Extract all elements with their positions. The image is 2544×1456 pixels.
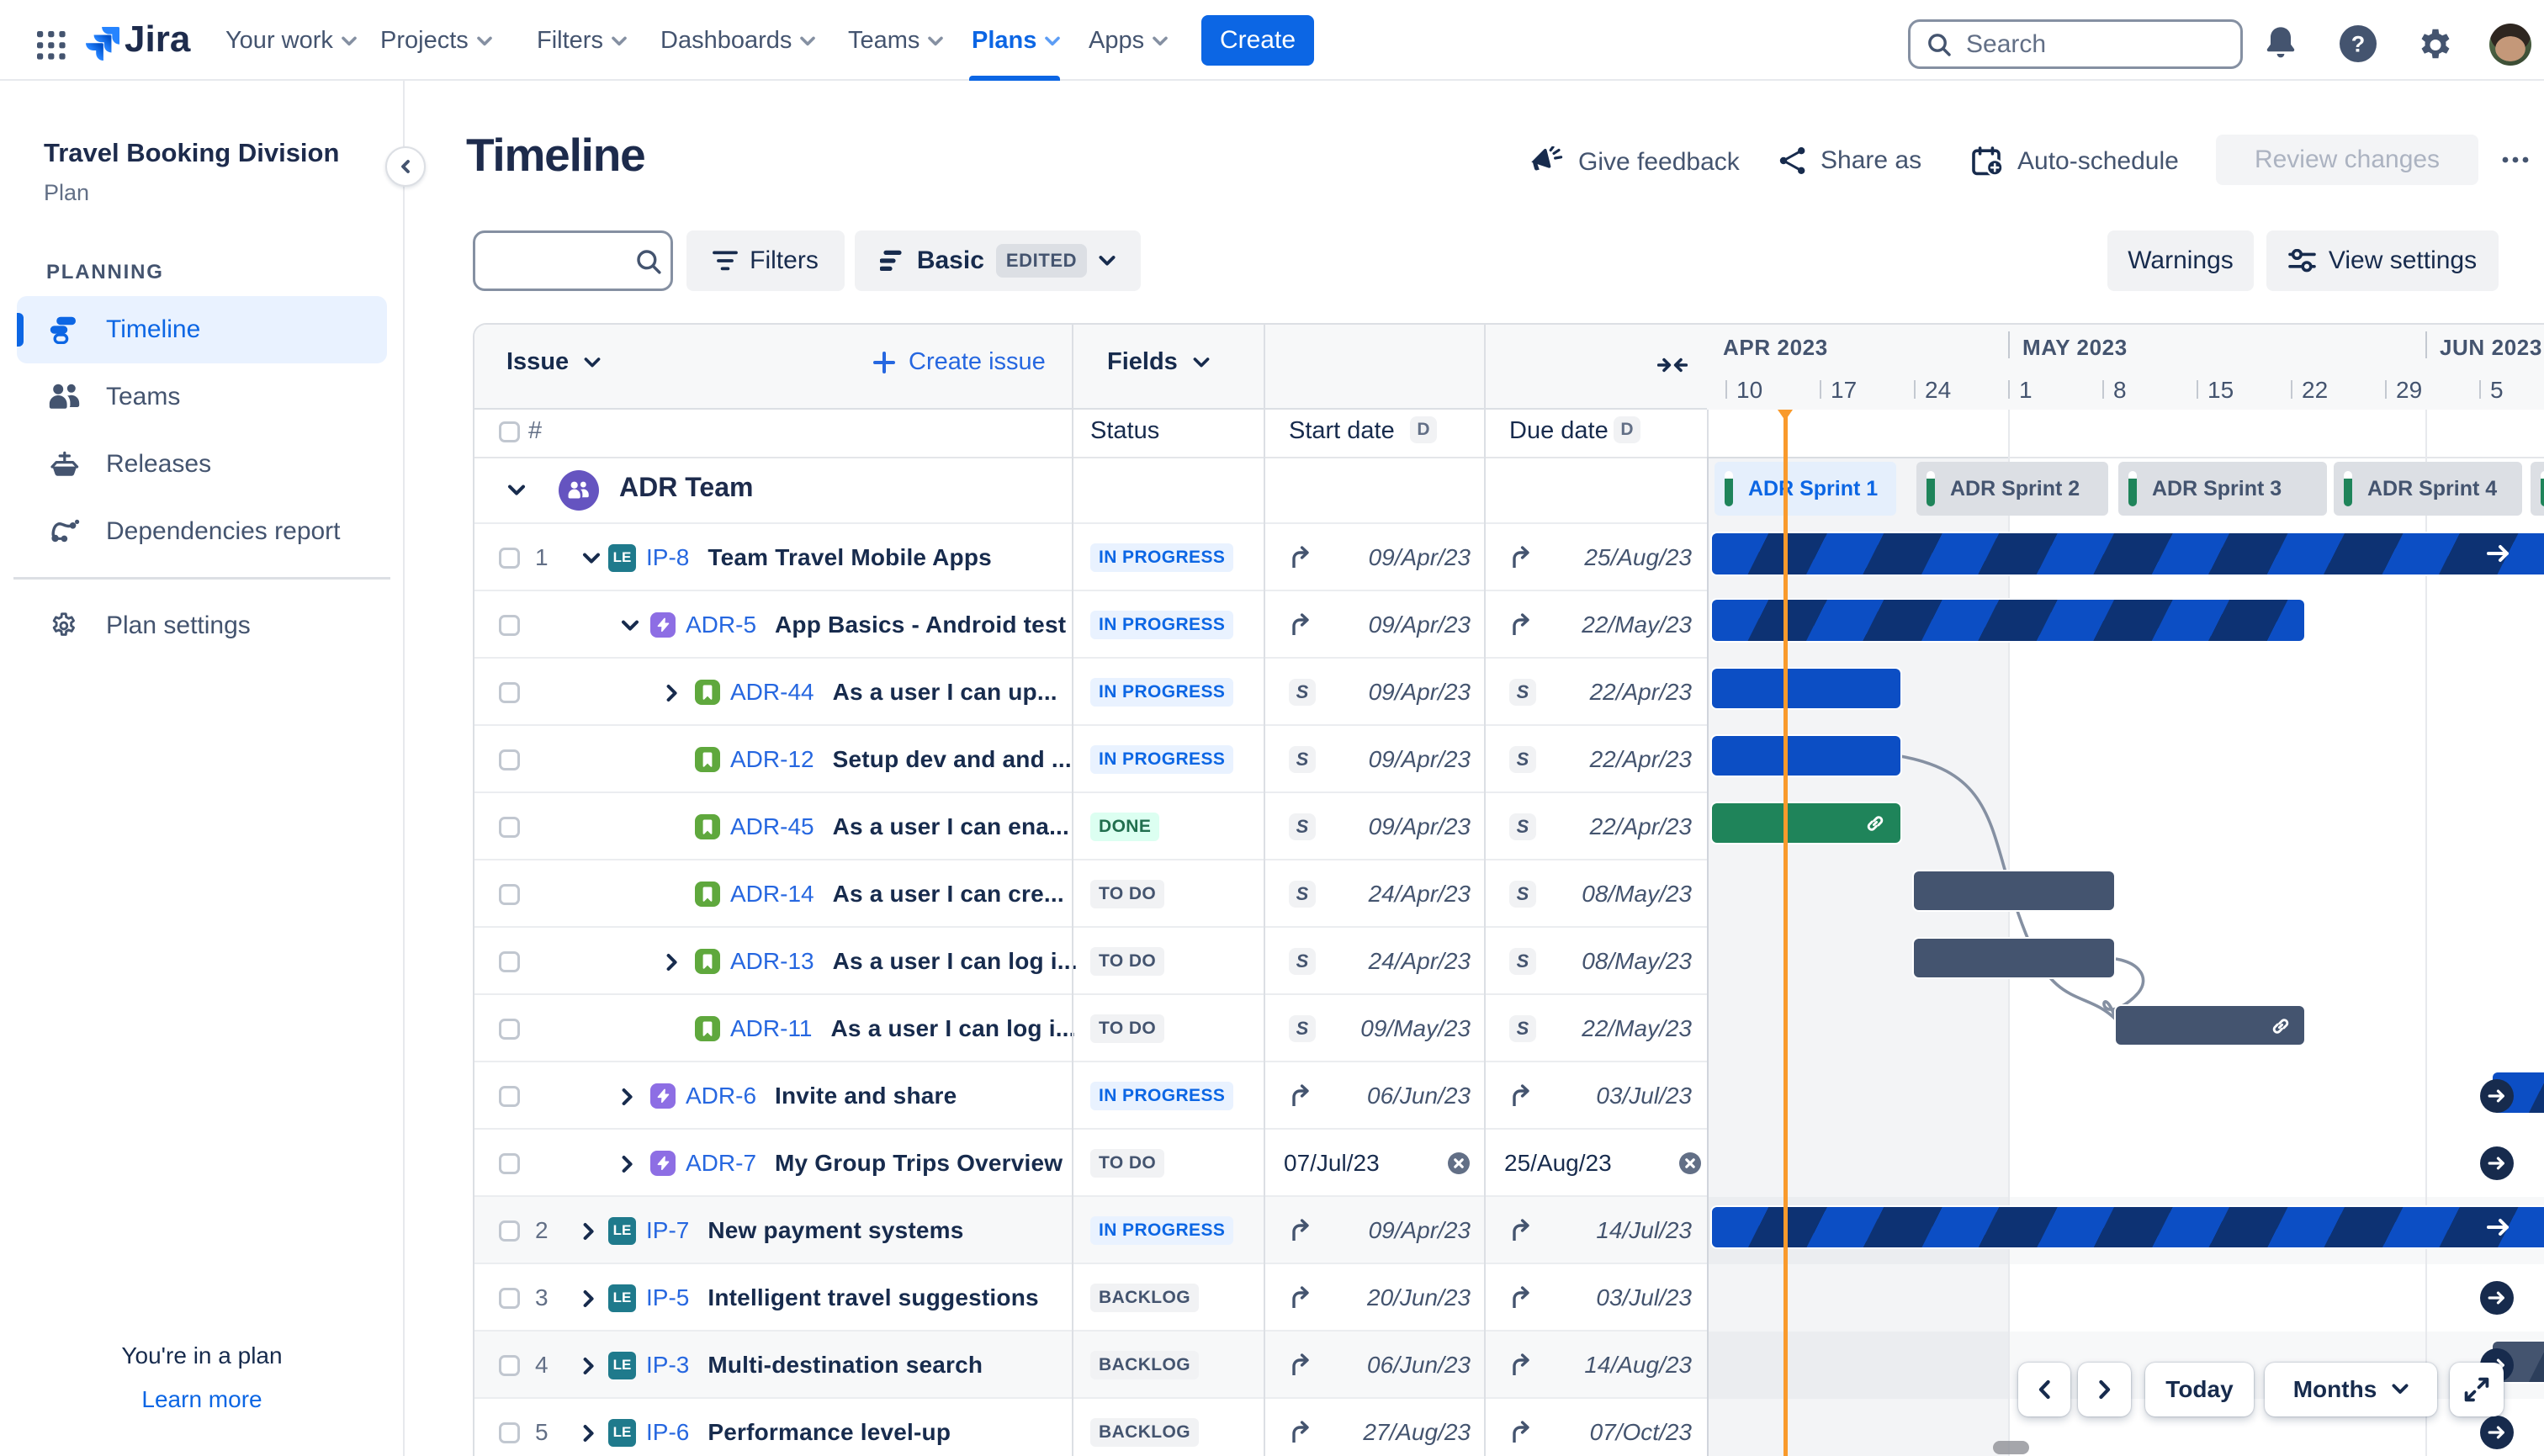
svg-text:?: ? <box>2351 32 2366 57</box>
